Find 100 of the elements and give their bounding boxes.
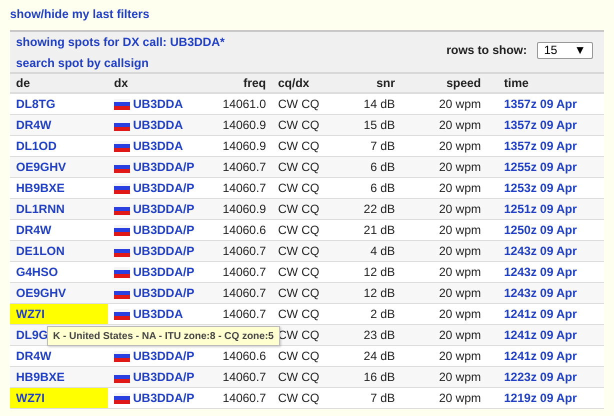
table-cell: 14060.6: [222, 349, 266, 363]
flag-icon: [114, 308, 130, 320]
time-link[interactable]: 1253z 09 Apr: [504, 181, 577, 195]
callsign-link[interactable]: UB3DDA/P: [133, 349, 194, 363]
callsign-link[interactable]: UB3DDA: [133, 97, 184, 111]
table-cell: 20 wpm: [438, 370, 481, 384]
callsign-link[interactable]: UB3DDA/P: [133, 265, 194, 279]
callsign-link[interactable]: DR4W: [16, 223, 52, 237]
table-cell: 23 dB: [364, 328, 395, 342]
table-cell: 12 dB: [364, 286, 395, 300]
time-link[interactable]: 1219z 09 Apr: [504, 391, 577, 405]
flag-icon: [114, 224, 130, 236]
table-cell: 20 wpm: [438, 139, 481, 153]
time-link[interactable]: 1357z 09 Apr: [504, 97, 577, 111]
column-header: time: [504, 76, 529, 90]
table-cell: 7 dB: [370, 139, 395, 153]
table-cell: 14060.7: [222, 160, 266, 174]
table-cell: CW CQ: [278, 139, 320, 153]
panel-title: showing spots for DX call: UB3DDA*: [16, 35, 225, 49]
callsign-link[interactable]: DL1RNN: [16, 202, 65, 216]
table-cell: 20 wpm: [438, 391, 481, 405]
time-link[interactable]: 1241z 09 Apr: [504, 349, 577, 363]
time-link[interactable]: 1250z 09 Apr: [504, 223, 577, 237]
callsign-link[interactable]: UB3DDA/P: [133, 160, 194, 174]
time-link[interactable]: 1243z 09 Apr: [504, 265, 577, 279]
table-cell: 14060.7: [222, 370, 266, 384]
table-cell: 20 wpm: [438, 349, 481, 363]
table-cell: 12 dB: [364, 265, 395, 279]
callsign-link[interactable]: UB3DDA/P: [133, 202, 194, 216]
time-link[interactable]: 1223z 09 Apr: [504, 370, 577, 384]
table-cell: 6 dB: [370, 160, 395, 174]
callsign-link[interactable]: WZ7I: [16, 391, 45, 405]
column-header: de: [16, 76, 30, 90]
time-link[interactable]: 1241z 09 Apr: [504, 328, 577, 342]
callsign-link[interactable]: DE1LON: [16, 244, 65, 258]
callsign-link[interactable]: UB3DDA: [133, 118, 184, 132]
filters-link[interactable]: show/hide my last filters: [10, 7, 150, 21]
callsign-link[interactable]: WZ7I: [16, 307, 45, 321]
table-cell: 14060.9: [222, 139, 266, 153]
callsign-link[interactable]: HB9BXE: [16, 370, 65, 384]
callsign-link[interactable]: UB3DDA/P: [133, 181, 194, 195]
table-cell: CW CQ: [278, 181, 320, 195]
callsign-link[interactable]: OE9GHV: [16, 286, 66, 300]
table-cell: 22 dB: [364, 202, 395, 216]
table-cell: CW CQ: [278, 349, 320, 363]
callsign-link[interactable]: DL8TG: [16, 97, 56, 111]
table-cell: 24 dB: [364, 349, 395, 363]
table-cell: 20 wpm: [438, 307, 481, 321]
table-cell: CW CQ: [278, 391, 320, 405]
table-cell: 20 wpm: [438, 265, 481, 279]
table-cell: 4 dB: [370, 244, 395, 258]
table-cell: 16 dB: [364, 370, 395, 384]
callsign-link[interactable]: G4HSO: [16, 265, 58, 279]
callsign-link[interactable]: UB3DDA/P: [133, 223, 194, 237]
rows-label: rows to show:: [446, 43, 527, 57]
table-cell: 2 dB: [370, 307, 395, 321]
table-cell: 20 wpm: [438, 160, 481, 174]
table-cell: 20 wpm: [438, 181, 481, 195]
time-link[interactable]: 1243z 09 Apr: [504, 286, 577, 300]
table-cell: 14060.9: [222, 118, 266, 132]
rows-select[interactable]: 15 ▼: [537, 42, 593, 58]
callsign-link[interactable]: UB3DDA: [133, 307, 184, 321]
time-link[interactable]: 1255z 09 Apr: [504, 160, 577, 174]
callsign-link[interactable]: UB3DDA: [133, 139, 184, 153]
callsign-link[interactable]: DR4W: [16, 349, 52, 363]
callsign-link[interactable]: OE9GHV: [16, 160, 66, 174]
flag-icon: [114, 392, 130, 404]
flag-icon: [114, 140, 130, 152]
table-cell: 14061.0: [222, 97, 266, 111]
table-cell: 20 wpm: [438, 202, 481, 216]
table-cell: CW CQ: [278, 370, 320, 384]
table-cell: 14060.7: [222, 286, 266, 300]
search-link[interactable]: search spot by callsign: [16, 56, 225, 70]
callsign-link[interactable]: UB3DDA/P: [133, 370, 194, 384]
time-link[interactable]: 1241z 09 Apr: [504, 307, 577, 321]
table-cell: 14060.6: [222, 223, 266, 237]
time-link[interactable]: 1357z 09 Apr: [504, 118, 577, 132]
table-cell: 15 dB: [364, 118, 395, 132]
time-link[interactable]: 1243z 09 Apr: [504, 244, 577, 258]
table-cell: 14060.7: [222, 181, 266, 195]
callsign-link[interactable]: HB9BXE: [16, 181, 65, 195]
callsign-link[interactable]: DL9G: [16, 328, 48, 342]
table-cell: 20 wpm: [438, 244, 481, 258]
time-link[interactable]: 1357z 09 Apr: [504, 139, 577, 153]
table-cell: 20 wpm: [438, 97, 481, 111]
time-link[interactable]: 1251z 09 Apr: [504, 202, 577, 216]
table-cell: CW CQ: [278, 265, 320, 279]
flag-icon: [114, 266, 130, 278]
table-cell: CW CQ: [278, 307, 320, 321]
callsign-link[interactable]: UB3DDA/P: [133, 391, 194, 405]
table-cell: 20 wpm: [438, 328, 481, 342]
callsign-link[interactable]: DR4W: [16, 118, 52, 132]
column-header: dx: [114, 76, 128, 90]
column-header: cq/dx: [278, 76, 310, 90]
table-cell: 6 dB: [370, 181, 395, 195]
table-cell: 20 wpm: [438, 286, 481, 300]
callsign-link[interactable]: DL1OD: [16, 139, 57, 153]
table-cell: CW CQ: [278, 244, 320, 258]
callsign-link[interactable]: UB3DDA/P: [133, 244, 194, 258]
callsign-link[interactable]: UB3DDA/P: [133, 286, 194, 300]
